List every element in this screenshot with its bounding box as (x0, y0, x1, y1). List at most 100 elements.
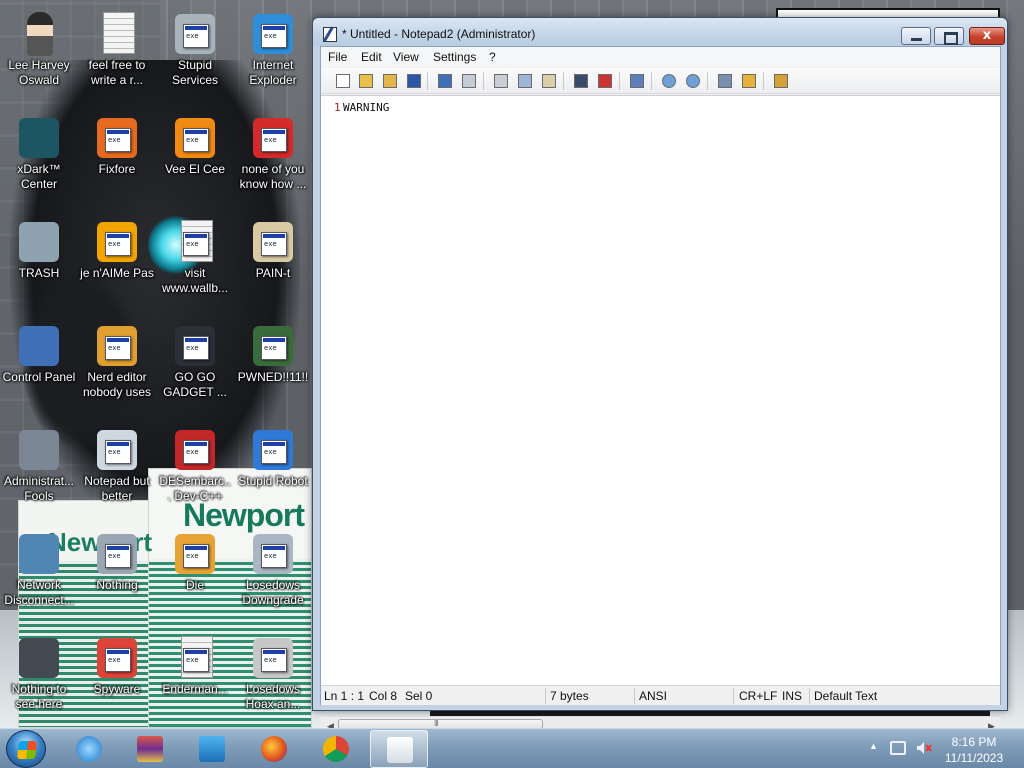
desktop-icon[interactable]: Vee El Cee (157, 110, 233, 210)
status-encoding[interactable]: ANSI (639, 689, 667, 703)
customize-scheme-icon[interactable] (739, 71, 759, 91)
recycle-bin-icon (15, 218, 63, 266)
desktop-icon-label: feel free to write a r... (88, 58, 146, 87)
notepad-icon (93, 426, 141, 474)
desktop-icon[interactable]: TRASH (1, 214, 77, 314)
desktop-icon[interactable]: Administrat... Fools (1, 422, 77, 522)
desktop-icon-label: Lee Harvey Oswald (8, 58, 70, 87)
title-bar[interactable]: * Untitled - Notepad2 (Administrator) x (313, 18, 1007, 46)
desktop-icon-label: TRASH (18, 266, 60, 280)
text-editor[interactable]: 1 WARNING ◀ ▶ (321, 95, 1000, 733)
editor-line[interactable]: WARNING (343, 101, 389, 114)
menu-help[interactable]: ? (489, 50, 496, 64)
desktop-icon-label: PAIN-t (255, 266, 291, 280)
taskbar-app[interactable] (121, 730, 179, 768)
exit-icon[interactable] (771, 71, 791, 91)
find-icon[interactable] (571, 71, 591, 91)
internet-explorer-icon (76, 736, 102, 762)
desktop-icon[interactable]: Lee Harvey Oswald (1, 6, 77, 106)
globe-disc-icon (249, 530, 297, 578)
desktop-icon[interactable]: Nothing to see here (1, 630, 77, 730)
desktop-icon[interactable]: Fixfore (79, 110, 155, 210)
desktop-icon[interactable]: Nerd editor nobody uses (79, 318, 155, 418)
close-icon: x (982, 28, 992, 43)
desktop-icon[interactable]: visit www.wallb... (157, 214, 233, 314)
redo-icon[interactable] (459, 71, 479, 91)
desktop-icon[interactable]: Network Disconnect... (1, 526, 77, 626)
undo-icon[interactable] (435, 71, 455, 91)
copy-icon[interactable] (515, 71, 535, 91)
gadget-tower-icon (171, 322, 219, 370)
control-panel-icon (15, 322, 63, 370)
replace-icon[interactable] (595, 71, 615, 91)
notepad2-window[interactable]: * Untitled - Notepad2 (Administrator) x … (312, 17, 1008, 733)
text-document-icon (171, 218, 219, 266)
maximize-button[interactable] (934, 27, 964, 45)
menu-view[interactable]: View (393, 50, 419, 64)
desktop-icon[interactable]: GO GO GADGET ... (157, 318, 233, 418)
desktop-icon[interactable]: PWNED!!11!! (235, 318, 311, 418)
minimize-button[interactable] (901, 27, 931, 45)
new-file-icon[interactable] (333, 71, 353, 91)
save-icon[interactable] (404, 71, 424, 91)
notepad2-client: File Edit View Settings ? 1 WARNING ◀ ▶ … (320, 46, 1001, 733)
open-file-icon[interactable] (356, 71, 376, 91)
desktop-icon-label: Internet Exploder (249, 58, 297, 87)
desktop-icon-label: Administrat... Fools (3, 474, 75, 503)
browse-icon[interactable] (380, 71, 400, 91)
app-archive-icon (137, 736, 163, 762)
close-button[interactable]: x (969, 27, 1005, 45)
menu-file[interactable]: File (328, 50, 347, 64)
dev-editor-icon (171, 530, 219, 578)
status-bar: Ln 1 : 1 Col 8 Sel 0 7 bytes ANSI CR+LF … (321, 685, 1000, 705)
zoom-in-icon[interactable] (659, 71, 679, 91)
terminal-icon (249, 322, 297, 370)
desktop-icon[interactable]: Die (157, 526, 233, 626)
desktop-icon[interactable]: Spyware (79, 630, 155, 730)
system-clock[interactable]: 8:16 PM 11/11/2023 (942, 734, 1006, 766)
status-scheme[interactable]: Default Text (814, 689, 877, 703)
desktop-icon[interactable]: DESembarc... Dev-C++ (157, 422, 233, 522)
desktop-icon[interactable]: Nothing (79, 526, 155, 626)
desktop-icon-label: PWNED!!11!! (237, 370, 309, 384)
desktop-icon[interactable]: feel free to write a r... (79, 6, 155, 106)
desktop-icon[interactable]: Losedows Downgrade (235, 526, 311, 626)
taskbar-app[interactable] (60, 730, 118, 768)
zoom-out-icon[interactable] (683, 71, 703, 91)
desktop-icon[interactable]: Losedows Hoax an... (235, 630, 311, 730)
notepad2-icon[interactable] (323, 27, 337, 42)
window-title: * Untitled - Notepad2 (Administrator) (342, 27, 536, 41)
volume-muted-icon[interactable] (916, 741, 932, 755)
status-column: Col 8 (369, 689, 398, 703)
word-wrap-icon[interactable] (627, 71, 647, 91)
menu-settings[interactable]: Settings (433, 50, 476, 64)
paste-icon[interactable] (539, 71, 559, 91)
cut-icon[interactable] (491, 71, 511, 91)
start-button[interactable] (6, 730, 46, 768)
network-tray-icon[interactable] (890, 741, 906, 755)
desktop-icon[interactable]: je n'AIMe Pas (79, 214, 155, 314)
taskbar-app[interactable] (183, 730, 241, 768)
person-icon (15, 10, 63, 58)
show-hidden-icons-icon[interactable]: ▲ (869, 741, 878, 751)
scheme-icon[interactable] (715, 71, 735, 91)
taskbar-app[interactable] (307, 730, 365, 768)
desktop-icon[interactable]: Stupid Robot (235, 422, 311, 522)
firefox-icon (93, 114, 141, 162)
taskbar-app[interactable] (245, 730, 303, 768)
desktop-icon[interactable]: PAIN-t (235, 214, 311, 314)
desktop-icon[interactable]: Stupid Services (157, 6, 233, 106)
code-editor-icon (93, 322, 141, 370)
desktop-icon-label: je n'AIMe Pas (80, 266, 154, 280)
opera-icon (249, 114, 297, 162)
desktop-icon[interactable]: Notepad but better (79, 422, 155, 522)
desktop-icon[interactable]: none of you know how ... (235, 110, 311, 210)
menu-edit[interactable]: Edit (361, 50, 382, 64)
desktop-icon[interactable]: xDark™ Center (1, 110, 77, 210)
desktop-icon[interactable]: Control Panel (1, 318, 77, 418)
desktop-icon[interactable]: Enderman... (157, 630, 233, 730)
desktop-icon[interactable]: Internet Exploder (235, 6, 311, 106)
taskbar-app[interactable] (370, 730, 428, 768)
toolbar (321, 68, 1000, 94)
status-line-ending[interactable]: CR+LF (739, 689, 777, 703)
